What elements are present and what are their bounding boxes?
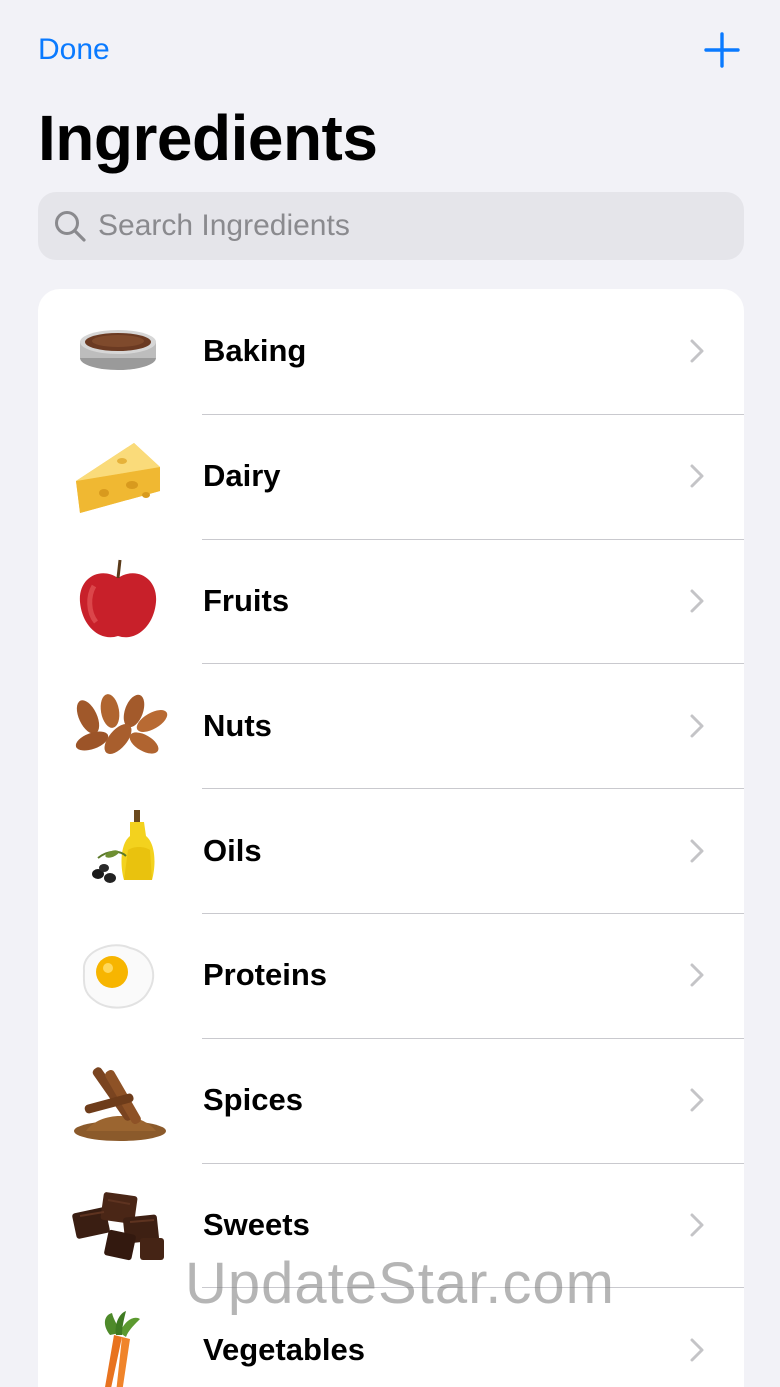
- cinnamon-icon: [64, 1055, 172, 1145]
- chevron-right-icon: [688, 1336, 706, 1364]
- search-input[interactable]: [88, 196, 744, 256]
- chocolate-icon: [64, 1180, 172, 1270]
- list-item-label: Sweets: [203, 1206, 310, 1242]
- list-item-dairy[interactable]: Dairy: [38, 413, 744, 539]
- category-list: Baking Dairy Fruits Nuts Oils Proteins S…: [38, 289, 744, 1387]
- done-button[interactable]: Done: [38, 32, 110, 68]
- list-item-label: Dairy: [203, 458, 281, 494]
- chevron-right-icon: [688, 837, 706, 865]
- apple-icon: [64, 556, 172, 646]
- list-item-label: Baking: [203, 333, 307, 369]
- list-item-vegetables[interactable]: Vegetables: [38, 1287, 744, 1387]
- search-bar[interactable]: [38, 192, 744, 260]
- cake-pan-icon: [64, 306, 172, 396]
- search-icon: [55, 211, 86, 242]
- chevron-right-icon: [688, 337, 706, 365]
- list-item-fruits[interactable]: Fruits: [38, 538, 744, 664]
- egg-icon: [64, 930, 172, 1020]
- navigation-bar: Done: [0, 0, 780, 90]
- list-item-nuts[interactable]: Nuts: [38, 663, 744, 788]
- list-item-label: Proteins: [203, 957, 328, 993]
- chevron-right-icon: [688, 462, 706, 490]
- ingredients-screen: Done Ingredients Search Ingredients Baki…: [0, 0, 780, 1387]
- chevron-right-icon: [688, 961, 706, 989]
- cheese-icon: [64, 431, 172, 521]
- list-item-oils[interactable]: Oils: [38, 788, 744, 913]
- almonds-icon: [64, 681, 172, 771]
- plus-icon: [704, 32, 740, 68]
- list-item-label: Oils: [203, 832, 262, 868]
- carrot-icon: [64, 1305, 172, 1387]
- list-item-label: Spices: [203, 1082, 303, 1118]
- chevron-right-icon: [688, 1086, 706, 1114]
- chevron-right-icon: [688, 712, 706, 740]
- add-button[interactable]: [702, 30, 742, 70]
- list-item-label: Fruits: [203, 582, 290, 618]
- list-item-sweets[interactable]: Sweets: [38, 1162, 744, 1288]
- list-item-proteins[interactable]: Proteins: [38, 912, 744, 1038]
- list-item-spices[interactable]: Spices: [38, 1037, 744, 1163]
- chevron-right-icon: [688, 1211, 706, 1239]
- chevron-right-icon: [688, 587, 706, 615]
- list-item-label: Nuts: [203, 707, 272, 743]
- list-item-label: Vegetables: [203, 1331, 365, 1367]
- page-title: Ingredients: [38, 102, 378, 174]
- olive-oil-icon: [64, 806, 172, 896]
- list-item-baking[interactable]: Baking: [38, 289, 744, 414]
